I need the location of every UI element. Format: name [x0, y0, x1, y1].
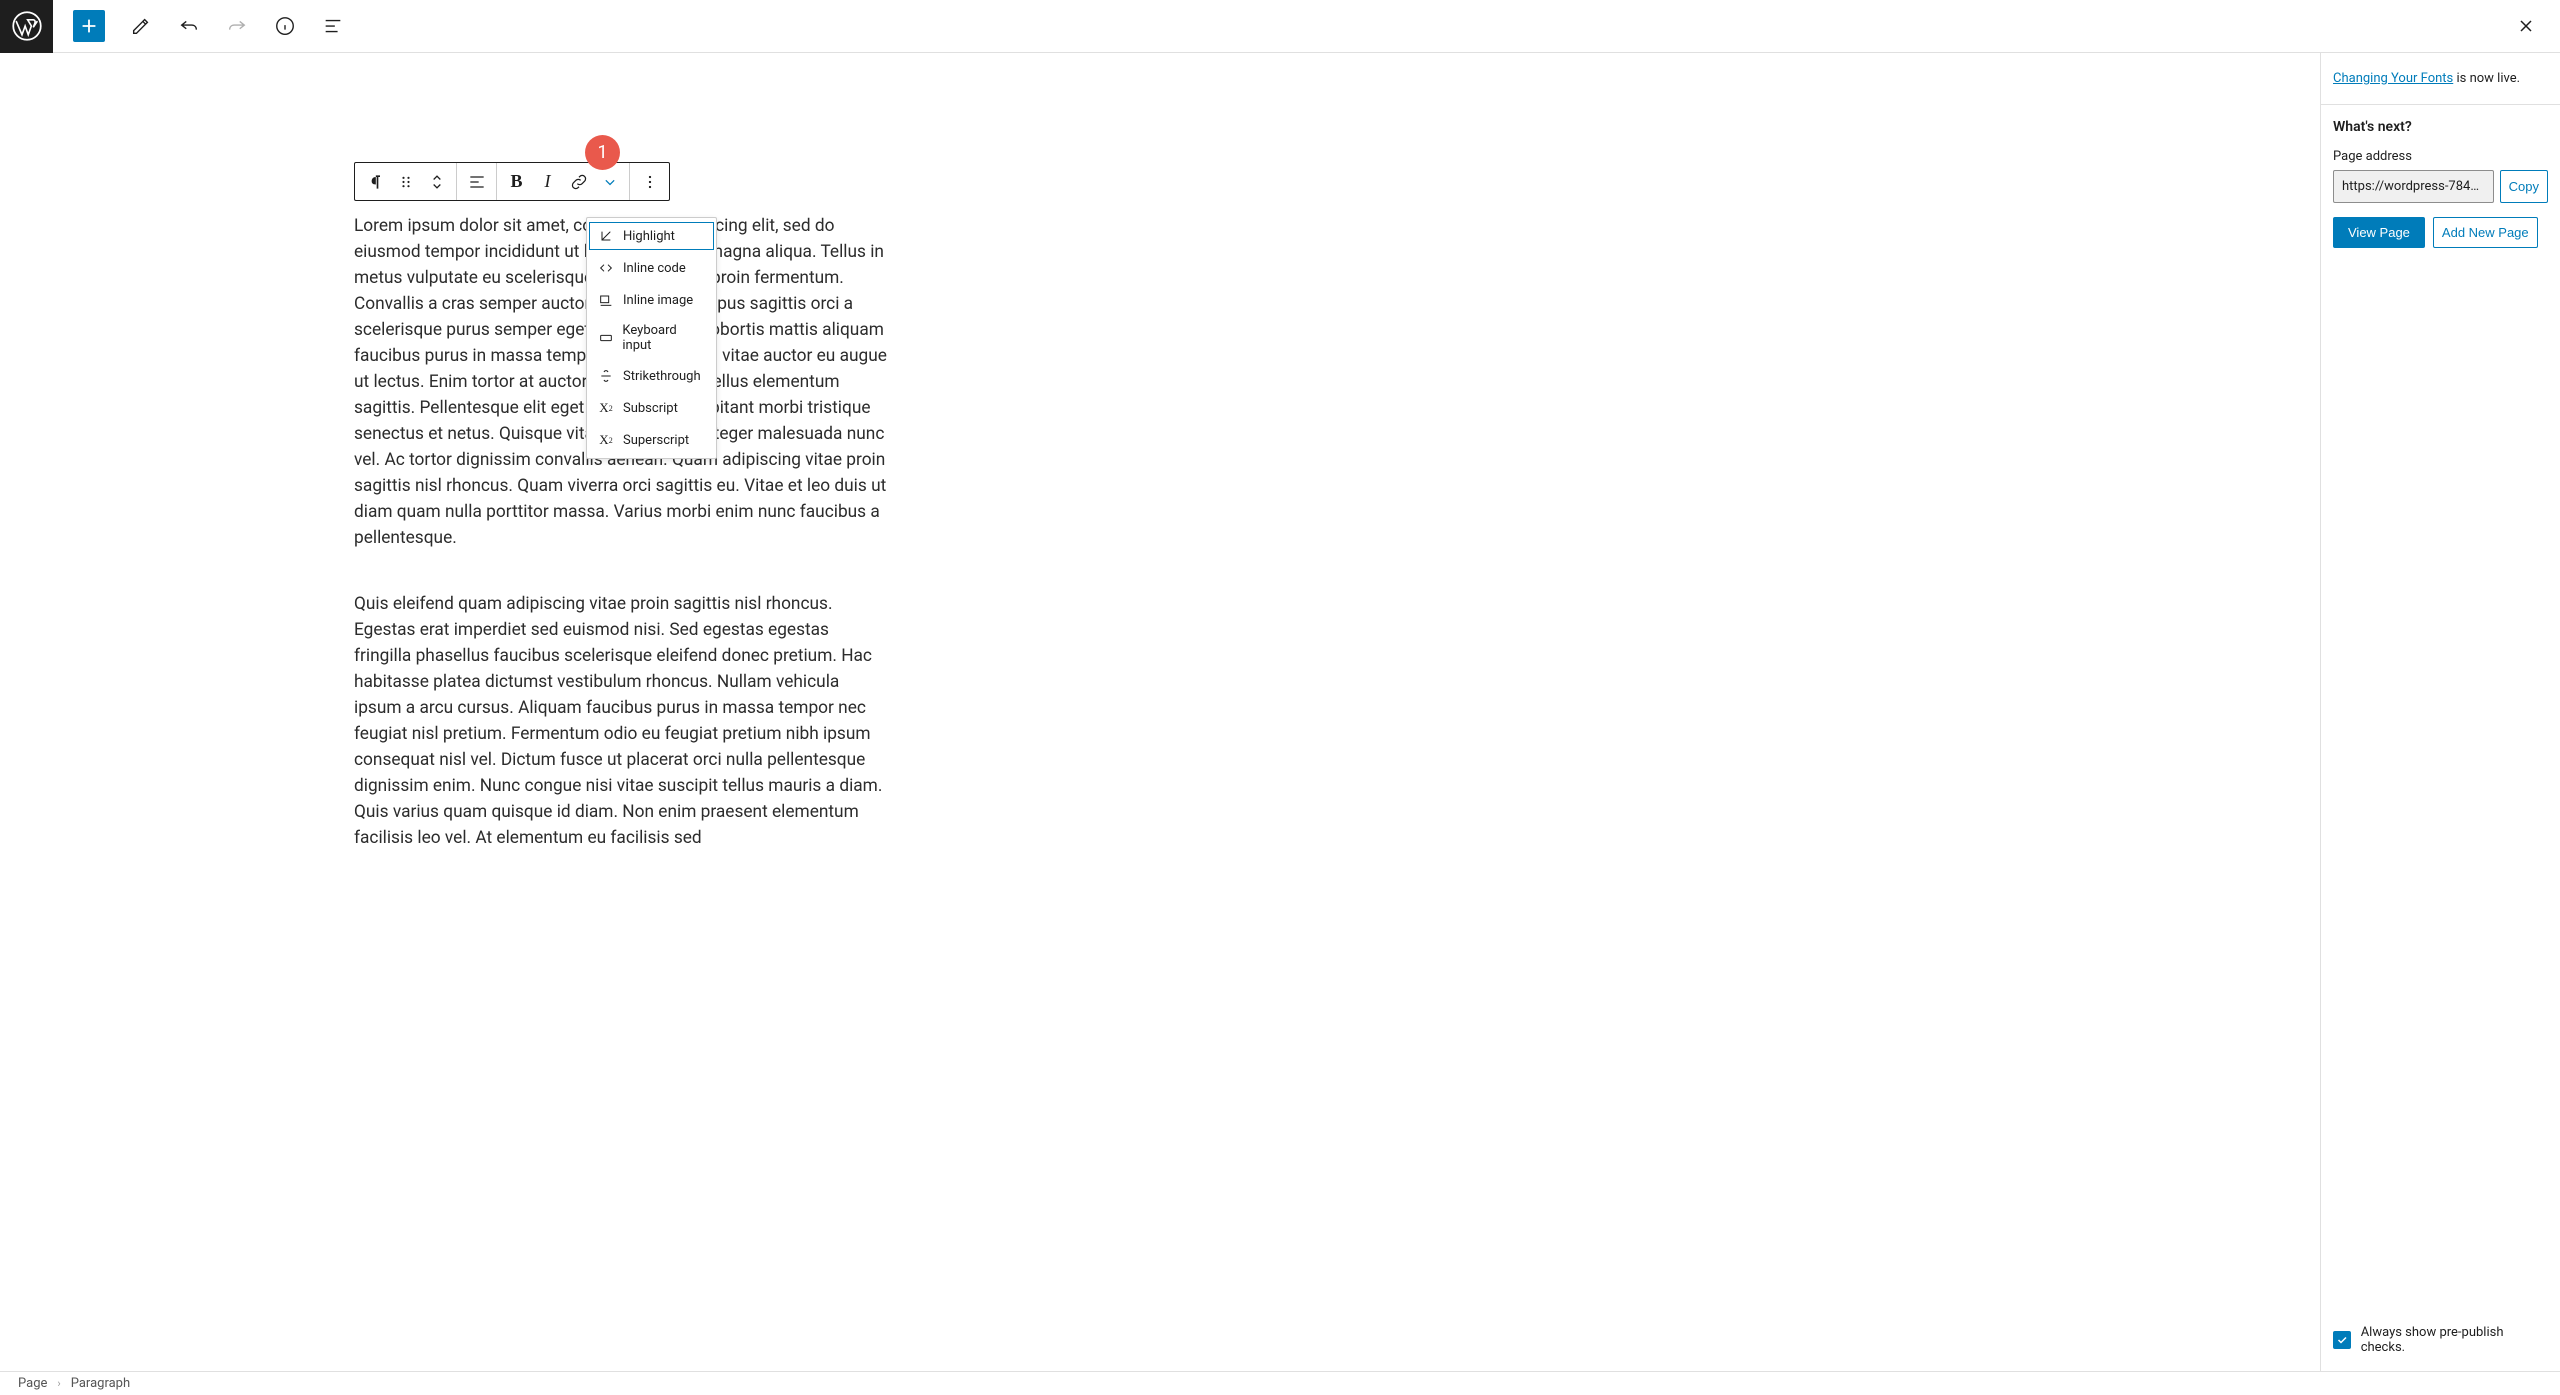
page-address-label: Page address: [2333, 149, 2548, 164]
dd-label: Highlight: [623, 229, 675, 244]
dd-strikethrough[interactable]: Strikethrough: [587, 360, 716, 392]
notice-link[interactable]: Changing Your Fonts: [2333, 71, 2453, 86]
bold-icon: B: [510, 171, 522, 192]
wordpress-icon: [12, 11, 42, 41]
editor-canvas[interactable]: 1: [0, 53, 2320, 1371]
dd-label: Superscript: [623, 433, 689, 448]
page-address-field[interactable]: https://wordpress-7848...: [2333, 170, 2494, 203]
dd-keyboard[interactable]: Keyboard input: [587, 316, 716, 360]
breadcrumb-block[interactable]: Paragraph: [71, 1376, 130, 1391]
add-block-button[interactable]: [73, 10, 105, 42]
breadcrumb-footer: Page › Paragraph: [0, 1371, 2560, 1395]
annotation-badge: 1: [585, 135, 620, 170]
divider: [2321, 104, 2560, 105]
details-button[interactable]: [273, 14, 297, 38]
formatting-dropdown: Highlight Inline code Inline image Keybo…: [586, 217, 717, 459]
check-icon: [2336, 1334, 2348, 1346]
paragraph-2[interactable]: Quis eleifend quam adipiscing vitae proi…: [354, 591, 889, 851]
undo-icon: [178, 15, 200, 37]
strikethrough-icon: [597, 367, 615, 385]
move-buttons[interactable]: [421, 163, 452, 200]
chevron-down-icon: [600, 172, 620, 192]
view-page-button[interactable]: View Page: [2333, 217, 2425, 248]
move-up-down-icon: [427, 172, 447, 192]
link-button[interactable]: [563, 163, 594, 200]
paragraph-icon: [365, 172, 385, 192]
keyboard-icon: [597, 329, 614, 347]
block-toolbar: B I: [354, 162, 670, 201]
copy-button[interactable]: Copy: [2500, 170, 2548, 203]
prepublish-toggle[interactable]: Always show pre-publish checks.: [2333, 1317, 2548, 1359]
align-button[interactable]: [461, 163, 492, 200]
drag-handle[interactable]: [390, 163, 421, 200]
italic-icon: I: [545, 171, 551, 192]
prepublish-checkbox[interactable]: [2333, 1331, 2351, 1349]
redo-button[interactable]: [225, 14, 249, 38]
dd-subscript[interactable]: X2 Subscript: [587, 392, 716, 424]
block-type-button[interactable]: [359, 163, 390, 200]
superscript-icon: X2: [597, 431, 615, 449]
dd-highlight[interactable]: Highlight: [587, 220, 716, 252]
notice-suffix: is now live.: [2453, 71, 2520, 86]
more-vertical-icon: [640, 172, 660, 192]
dd-superscript[interactable]: X2 Superscript: [587, 424, 716, 456]
whats-next-heading: What's next?: [2333, 119, 2548, 135]
dd-label: Keyboard input: [622, 323, 706, 353]
close-panel-button[interactable]: [2514, 14, 2538, 38]
list-view-icon: [322, 15, 344, 37]
drag-icon: [396, 172, 416, 192]
align-left-icon: [467, 172, 487, 192]
subscript-icon: X2: [597, 399, 615, 417]
add-new-page-button[interactable]: Add New Page: [2433, 217, 2538, 248]
breadcrumb-page[interactable]: Page: [18, 1376, 47, 1391]
highlight-icon: [597, 227, 615, 245]
undo-button[interactable]: [177, 14, 201, 38]
bold-button[interactable]: B: [501, 163, 532, 200]
code-icon: [597, 259, 615, 277]
italic-button[interactable]: I: [532, 163, 563, 200]
editor-topbar: [0, 0, 2560, 53]
redo-icon: [226, 15, 248, 37]
dd-label: Inline image: [623, 293, 693, 308]
chevron-right-icon: ›: [57, 1377, 60, 1390]
plus-icon: [78, 15, 100, 37]
close-icon: [2516, 16, 2536, 36]
block-options-button[interactable]: [634, 163, 665, 200]
publish-sidebar: Changing Your Fonts is now live. What's …: [2320, 53, 2560, 1371]
dd-label: Inline code: [623, 261, 686, 276]
link-icon: [569, 172, 589, 192]
dd-label: Subscript: [623, 401, 678, 416]
prepublish-label: Always show pre-publish checks.: [2361, 1325, 2548, 1355]
publish-notice: Changing Your Fonts is now live.: [2333, 71, 2548, 86]
info-icon: [274, 15, 296, 37]
dd-label: Strikethrough: [623, 369, 701, 384]
dd-inline-code[interactable]: Inline code: [587, 252, 716, 284]
wordpress-logo[interactable]: [0, 0, 53, 53]
pencil-icon: [130, 15, 152, 37]
dd-inline-image[interactable]: Inline image: [587, 284, 716, 316]
outline-button[interactable]: [321, 14, 345, 38]
edit-mode-button[interactable]: [129, 14, 153, 38]
image-icon: [597, 291, 615, 309]
